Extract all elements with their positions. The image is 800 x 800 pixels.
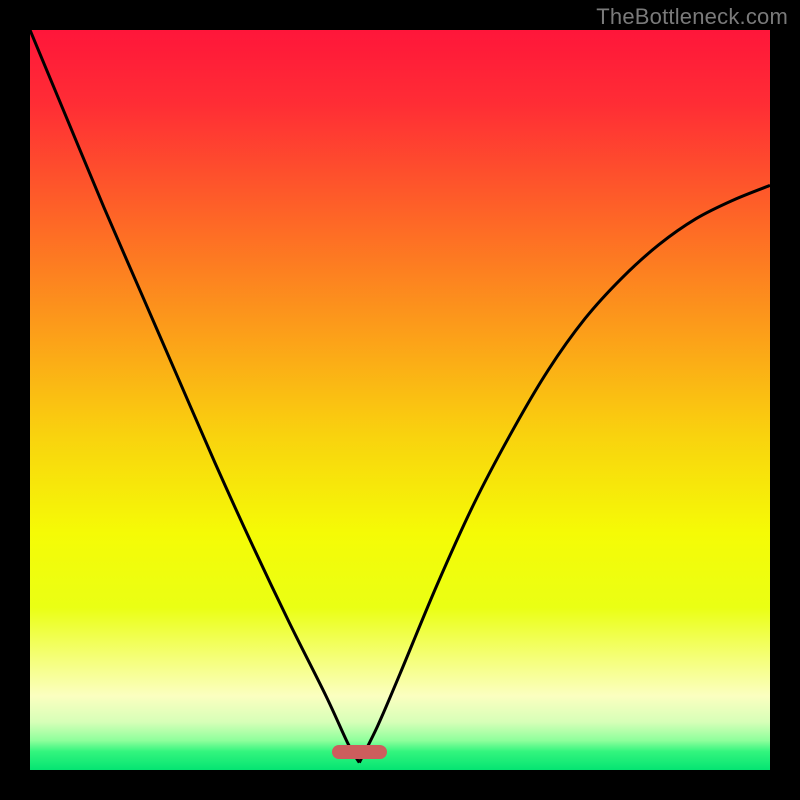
plot-area — [30, 30, 770, 770]
watermark-text: TheBottleneck.com — [596, 4, 788, 30]
chart-frame: TheBottleneck.com — [0, 0, 800, 800]
optimal-marker — [332, 745, 388, 759]
curve-left — [30, 30, 359, 763]
curve-right — [359, 185, 770, 762]
bottleneck-curves — [30, 30, 770, 770]
